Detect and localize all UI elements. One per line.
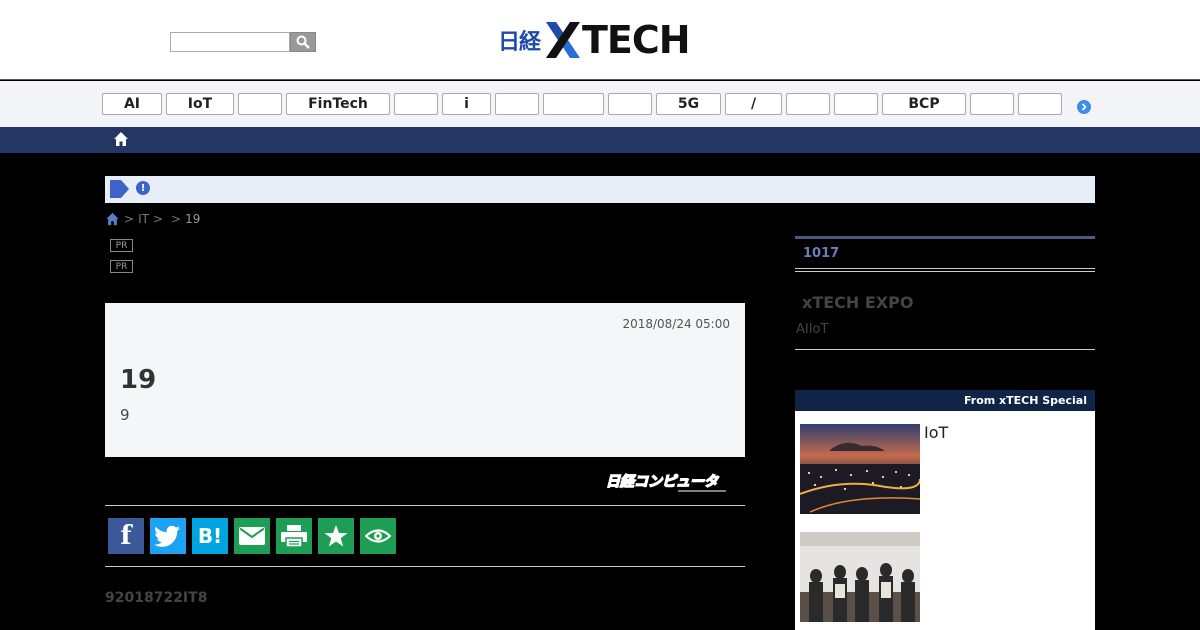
topic-tag[interactable]: [238, 93, 282, 115]
special-heading: From xTECH Special: [795, 390, 1095, 411]
topic-tag[interactable]: [834, 93, 878, 115]
watch-button[interactable]: [360, 518, 396, 554]
topic-tag[interactable]: [495, 93, 539, 115]
special-item-image[interactable]: [800, 532, 920, 622]
topic-tag[interactable]: AI: [102, 93, 162, 115]
breadcrumb: > IT > > 19: [105, 211, 200, 227]
favorite-button[interactable]: [318, 518, 354, 554]
topic-tag[interactable]: IoT: [166, 93, 234, 115]
article-title: 19: [120, 365, 157, 395]
special-item-image[interactable]: [800, 424, 920, 514]
topic-tag[interactable]: [1018, 93, 1062, 115]
breadcrumb-separator: >: [152, 212, 163, 226]
breadcrumb-item[interactable]: IT: [138, 212, 149, 226]
special-panel: From xTECH Special IoT: [795, 390, 1095, 630]
mail-icon: [239, 527, 265, 545]
pr-badge: PR: [110, 260, 133, 273]
search-icon: [296, 35, 310, 49]
ranking-top-border: [795, 236, 1095, 239]
topic-tag[interactable]: [786, 93, 830, 115]
topic-tag[interactable]: i: [442, 93, 491, 115]
print-icon: [281, 525, 307, 547]
topic-tag[interactable]: 5G: [656, 93, 721, 115]
divider: [795, 268, 1095, 269]
site-logo[interactable]: 日経 TECH: [498, 18, 691, 62]
star-icon: [324, 525, 348, 547]
home-icon[interactable]: [113, 131, 129, 147]
topic-bar: AI IoT FinTech i 5G / BCP: [0, 81, 1200, 127]
notice-bar[interactable]: [105, 176, 1095, 203]
eye-icon: [365, 529, 391, 543]
expo-title[interactable]: xTECH EXPO: [802, 293, 913, 312]
topic-tag[interactable]: [394, 93, 438, 115]
pr-badge: PR: [110, 239, 133, 252]
search-button[interactable]: [290, 32, 316, 52]
article-lead: 92018722IT8: [105, 590, 208, 606]
info-icon: !: [136, 181, 150, 195]
twitter-icon: [155, 525, 180, 547]
site-header: 日経 TECH: [0, 0, 1200, 80]
topic-tag[interactable]: [970, 93, 1014, 115]
topic-tag[interactable]: BCP: [882, 93, 966, 115]
source-logo-text: 日経コンピュータ: [606, 473, 719, 490]
article-subtitle: 9: [120, 406, 130, 424]
divider: [795, 349, 1095, 350]
print-button[interactable]: [276, 518, 312, 554]
divider: [105, 505, 745, 506]
twitter-share-button[interactable]: [150, 518, 186, 554]
topic-tag[interactable]: /: [725, 93, 782, 115]
hatena-bookmark-icon: B!: [197, 524, 223, 548]
topic-tag[interactable]: [543, 93, 604, 115]
topic-tag[interactable]: [608, 93, 652, 115]
expo-subtitle[interactable]: AIIoT: [796, 322, 828, 337]
topic-tag[interactable]: FinTech: [286, 93, 390, 115]
special-item-title[interactable]: IoT: [924, 423, 948, 442]
logo-x-mark: [546, 22, 581, 58]
source-logo[interactable]: 日経コンピュータ: [594, 470, 730, 494]
article-header: 2018/08/24 05:00 19 9: [105, 303, 745, 457]
facebook-icon: f: [120, 521, 132, 551]
logo-tech-text: TECH: [582, 18, 691, 62]
global-nav: [0, 127, 1200, 153]
divider: [105, 566, 745, 567]
notice-arrow-icon: [110, 180, 129, 198]
article-date: 2018/08/24 05:00: [622, 317, 730, 331]
divider: [795, 271, 1095, 272]
breadcrumb-home-icon[interactable]: [105, 212, 120, 226]
search-input[interactable]: [170, 32, 290, 52]
breadcrumb-current: 19: [185, 212, 201, 226]
mail-share-button[interactable]: [234, 518, 270, 554]
ranking-label: 1017: [803, 246, 840, 261]
breadcrumb-separator: >: [124, 212, 135, 226]
breadcrumb-separator: >: [171, 212, 182, 226]
topics-next-button[interactable]: [1077, 100, 1091, 114]
facebook-share-button[interactable]: f: [108, 518, 144, 554]
hatena-bookmark-button[interactable]: B!: [192, 518, 228, 554]
chevron-right-icon: [1081, 103, 1087, 111]
logo-nikkei-text: 日経: [498, 30, 541, 55]
